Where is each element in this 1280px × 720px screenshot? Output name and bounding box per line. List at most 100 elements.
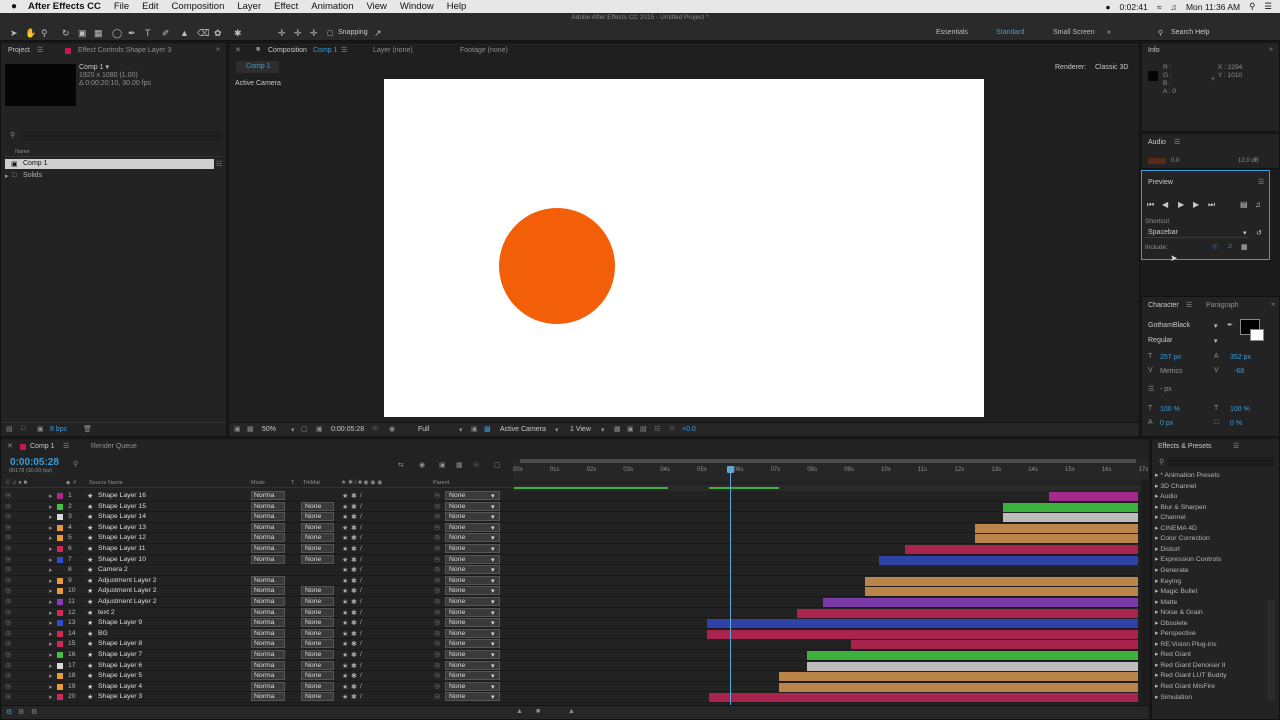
layer-duration-bar[interactable] <box>879 555 1138 565</box>
layer-tab[interactable]: Layer (none) <box>373 47 413 54</box>
comp-canvas[interactable] <box>384 79 984 417</box>
loop-icon[interactable]: ▤ <box>1240 200 1248 209</box>
parent-dropdown-icon[interactable]: ▾ <box>491 556 494 564</box>
layer-name[interactable]: Adjustment Layer 2 <box>98 587 157 594</box>
comp-tab-menu-icon[interactable]: ☰ <box>341 46 347 54</box>
pickwhip-icon[interactable]: ☉ <box>434 492 440 500</box>
av-features-icon[interactable]: ☉ ♫ ● ■ <box>5 479 27 486</box>
layer-name[interactable]: Shape Layer 12 <box>98 534 146 541</box>
expand-arrow-icon[interactable]: ▸ <box>1155 599 1158 606</box>
include-video-icon[interactable]: ☉ <box>1212 243 1218 251</box>
visibility-eye-icon[interactable]: ☉ <box>5 640 11 648</box>
safe-zones-icon[interactable]: ▢ <box>301 425 308 433</box>
collapse-switch-icon[interactable]: ✱ <box>351 619 357 627</box>
project-item-folder[interactable]: ▸ □ Solids <box>5 171 214 181</box>
axis-world-icon[interactable]: ✛ <box>294 28 302 39</box>
expand-arrow-icon[interactable]: ▸ <box>1155 694 1158 701</box>
source-name-column-header[interactable]: Source Name <box>89 480 123 486</box>
pickwhip-icon[interactable]: ☉ <box>434 630 440 638</box>
parent-dropdown-icon[interactable]: ▾ <box>491 534 494 542</box>
switches-column-header[interactable]: ★ ✱ / ■ ◉ ◉ ◉ <box>341 479 382 486</box>
layer-name[interactable]: Shape Layer 13 <box>98 524 146 531</box>
quality-switch-icon[interactable]: / <box>360 598 362 605</box>
label-color[interactable] <box>57 503 63 510</box>
label-color[interactable] <box>57 662 63 669</box>
parent-dropdown-icon[interactable]: ▾ <box>491 577 494 585</box>
next-frame-icon[interactable]: ▶ <box>1193 200 1199 209</box>
layer-row[interactable]: ☉ ▸ 3 ★ Shape Layer 14 Norma None ★ ✱ / ☉ None ▾ <box>1 512 1149 523</box>
roto-tool-icon[interactable]: ✿ <box>214 28 222 39</box>
quality-switch-icon[interactable]: / <box>360 619 362 626</box>
character-overflow-icon[interactable]: » <box>1271 301 1275 308</box>
layer-name[interactable]: Camera 2 <box>98 566 128 573</box>
effects-category-item[interactable]: ▸ Blur & Sharpen <box>1155 503 1206 511</box>
leading-value[interactable]: 352 px <box>1230 354 1251 361</box>
mode-column-header[interactable]: Mode <box>251 480 265 486</box>
parent-dropdown-icon[interactable]: ▾ <box>491 524 494 532</box>
render-queue-tab[interactable]: Render Queue <box>91 443 137 450</box>
layer-name[interactable]: Shape Layer 9 <box>98 619 142 626</box>
visibility-eye-icon[interactable]: ☉ <box>5 672 11 680</box>
shy-switch-icon[interactable]: ★ <box>342 587 348 595</box>
last-frame-icon[interactable]: ⏭ <box>1208 200 1215 210</box>
include-overlays-icon[interactable]: ▦ <box>1241 243 1248 251</box>
parent-dropdown-icon[interactable]: ▾ <box>491 545 494 553</box>
effects-category-item[interactable]: ▸ Red Giant LUT Buddy <box>1155 671 1227 679</box>
toggle-in-out-icon[interactable]: ⚙ <box>31 708 37 716</box>
toggle-pixel-icon[interactable]: ▦ <box>614 425 621 433</box>
parent-dropdown-icon[interactable]: ▾ <box>491 619 494 627</box>
collapse-switch-icon[interactable]: ✱ <box>351 683 357 691</box>
play-icon[interactable]: ▶ <box>1178 200 1184 209</box>
effects-category-item[interactable]: ▸ Perspective <box>1155 629 1196 637</box>
collapse-switch-icon[interactable]: ✱ <box>351 556 357 564</box>
number-column-header[interactable]: # <box>73 480 76 486</box>
collapse-switch-icon[interactable]: ✱ <box>351 630 357 638</box>
expand-arrow-icon[interactable]: ▸ <box>49 683 52 691</box>
visibility-eye-icon[interactable]: ☉ <box>5 630 11 638</box>
composition-tab-name[interactable]: Comp 1 <box>313 47 338 54</box>
expand-arrow-icon[interactable]: ▸ <box>49 513 52 521</box>
pickwhip-icon[interactable]: ☉ <box>434 534 440 542</box>
expand-arrow-icon[interactable]: ▸ <box>49 577 52 585</box>
comp-breadcrumb[interactable]: Comp 1 <box>236 61 279 73</box>
visibility-eye-icon[interactable]: ☉ <box>5 556 11 564</box>
expand-arrow-icon[interactable]: ▸ <box>49 556 52 564</box>
quality-switch-icon[interactable]: / <box>360 609 362 616</box>
timeline-scrollbar[interactable] <box>1141 479 1148 705</box>
shy-switch-icon[interactable]: ★ <box>342 640 348 648</box>
expand-arrow-icon[interactable]: ▸ <box>1155 609 1158 616</box>
shy-switch-icon[interactable]: ★ <box>342 545 348 553</box>
parent-dropdown-icon[interactable]: ▾ <box>491 662 494 670</box>
collapse-switch-icon[interactable]: ✱ <box>351 662 357 670</box>
pickwhip-icon[interactable]: ☉ <box>434 566 440 574</box>
shy-switch-icon[interactable]: ★ <box>342 662 348 670</box>
layer-duration-bar[interactable] <box>975 523 1138 533</box>
label-color[interactable] <box>57 641 63 648</box>
toggle-switches-icon[interactable]: ⚙ <box>6 708 12 716</box>
pan-behind-tool-icon[interactable]: ▦ <box>94 28 103 39</box>
layer-name[interactable]: Adjustment Layer 2 <box>98 598 157 605</box>
shy-switch-icon[interactable]: ★ <box>342 619 348 627</box>
bpc-button[interactable]: 8 bpc <box>50 426 67 433</box>
collapse-switch-icon[interactable]: ✱ <box>351 545 357 553</box>
playhead-line[interactable] <box>730 468 731 718</box>
rotate-tool-icon[interactable]: ↻ <box>62 28 70 39</box>
pickwhip-icon[interactable]: ☉ <box>434 672 440 680</box>
shy-switch-icon[interactable]: ★ <box>342 651 348 659</box>
flowchart-view-icon[interactable]: ☷ <box>654 425 660 433</box>
timeline-tab[interactable]: Comp 1 <box>30 443 55 450</box>
effects-category-item[interactable]: ▸ Expression Controls <box>1155 555 1221 563</box>
layer-duration-bar[interactable] <box>779 682 1138 692</box>
effects-scrollbar[interactable] <box>1267 600 1275 700</box>
layer-row[interactable]: ☉ ▸ 13 ★ Shape Layer 9 Norma None ★ ✱ / ☉ None ▾ <box>1 618 1149 629</box>
quality-switch-icon[interactable]: / <box>360 556 362 563</box>
shortcut-dropdown-icon[interactable]: ▾ <box>1243 229 1247 237</box>
expand-arrow-icon[interactable]: ▸ <box>49 672 52 680</box>
timeline-timecode[interactable]: 0:00:05:28 <box>10 457 59 468</box>
t-column-header[interactable]: T <box>291 480 294 486</box>
layer-duration-bar[interactable] <box>797 608 1138 618</box>
menu-edit[interactable]: Edit <box>142 1 158 12</box>
prev-frame-icon[interactable]: ◀ <box>1162 200 1168 209</box>
renderer-value[interactable]: Classic 3D <box>1095 64 1128 71</box>
shy-switch-icon[interactable]: ★ <box>342 566 348 574</box>
